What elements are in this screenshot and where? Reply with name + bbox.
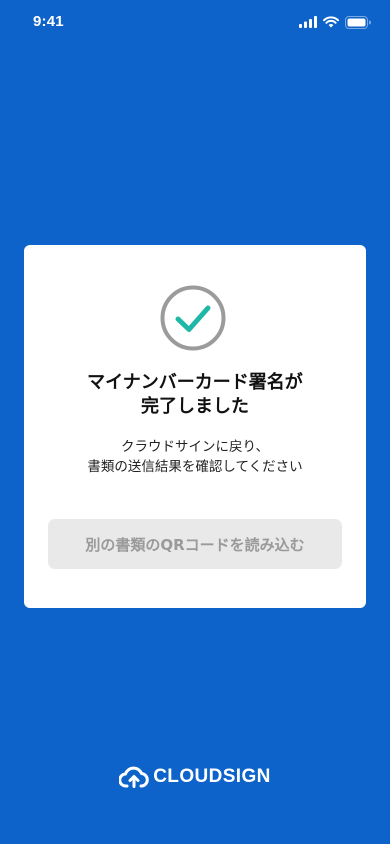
wifi-icon [323, 16, 339, 28]
brand-logo: CLOUDSIGN [0, 764, 390, 790]
status-icons [299, 15, 372, 29]
check-circle-icon [160, 285, 226, 351]
dialog-message: クラウドサインに戻り、 書類の送信結果を確認してください [24, 437, 366, 477]
completion-dialog: マイナンバーカード署名が 完了しました クラウドサインに戻り、 書類の送信結果を… [24, 245, 366, 608]
brand-name: CLOUDSIGN [153, 766, 271, 787]
dialog-title-line-2: 完了しました [141, 396, 249, 417]
scan-another-qr-button[interactable]: 別の書類のQRコードを読み込む [48, 519, 342, 569]
dialog-message-line-2: 書類の送信結果を確認してください [87, 459, 303, 475]
dialog-message-line-1: クラウドサインに戻り、 [121, 439, 269, 455]
dialog-title-line-1: マイナンバーカード署名が [87, 372, 303, 393]
status-bar: 9:41 [0, 0, 390, 44]
signal-icon [299, 16, 317, 28]
dialog-title: マイナンバーカード署名が 完了しました [24, 371, 366, 419]
status-time: 9:41 [33, 13, 64, 30]
cloud-upload-icon [119, 766, 149, 788]
battery-icon [345, 15, 371, 29]
